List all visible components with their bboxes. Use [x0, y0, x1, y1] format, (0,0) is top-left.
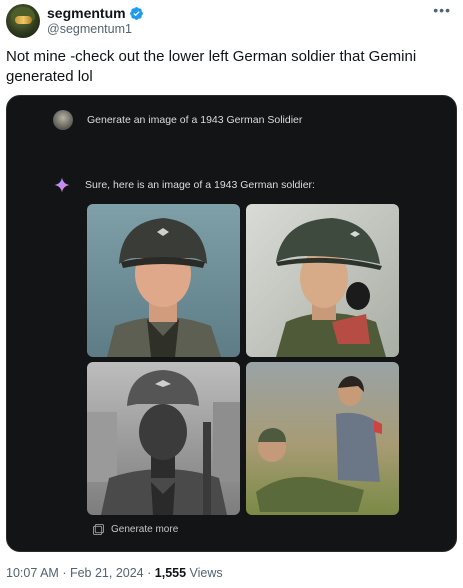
author-handle[interactable]: @segmentum1	[47, 22, 132, 36]
gemini-sparkle-icon	[54, 177, 70, 193]
tweet-time[interactable]: 10:07 AM	[6, 566, 59, 580]
generated-image-4[interactable]	[246, 362, 399, 515]
generated-image-3[interactable]	[87, 362, 240, 515]
gemini-response-text: Sure, here is an image of a 1943 German …	[85, 179, 315, 191]
gemini-prompt-text: Generate an image of a 1943 German Solid…	[87, 114, 303, 126]
author-name-row: segmentum	[47, 5, 144, 21]
tweet-text: Not mine -check out the lower left Germa…	[6, 48, 417, 85]
user-avatar	[53, 110, 73, 130]
soldier-portrait-2	[246, 204, 399, 357]
more-options-icon[interactable]: •••	[433, 2, 451, 18]
views-label: Views	[189, 566, 223, 580]
profile-avatar[interactable]	[6, 4, 40, 38]
generate-more-label: Generate more	[111, 524, 179, 535]
meta-separator: ·	[62, 566, 67, 580]
tweet-meta: 10:07 AM · Feb 21, 2024 · 1,555 Views	[6, 566, 223, 580]
views-count: 1,555	[154, 566, 187, 580]
gemini-prompt-row: Generate an image of a 1943 German Solid…	[53, 110, 302, 130]
soldier-portrait-1	[87, 204, 240, 357]
generate-more-button[interactable]: Generate more	[93, 524, 178, 535]
generated-image-1[interactable]	[87, 204, 240, 357]
gemini-response-row: Sure, here is an image of a 1943 German …	[53, 176, 315, 194]
author-display-name[interactable]: segmentum	[47, 5, 126, 21]
generated-image-2[interactable]	[246, 204, 399, 357]
soldier-portrait-3	[87, 362, 240, 515]
verified-badge-icon	[129, 6, 143, 20]
soldier-portrait-4	[246, 362, 399, 515]
generate-more-icon	[93, 524, 104, 535]
tweet-date[interactable]: Feb 21, 2024	[70, 566, 144, 580]
generated-image-grid	[87, 204, 399, 516]
meta-separator-2: ·	[147, 566, 152, 580]
avatar-visor	[15, 16, 32, 24]
attached-image-card[interactable]: Generate an image of a 1943 German Solid…	[6, 95, 457, 552]
